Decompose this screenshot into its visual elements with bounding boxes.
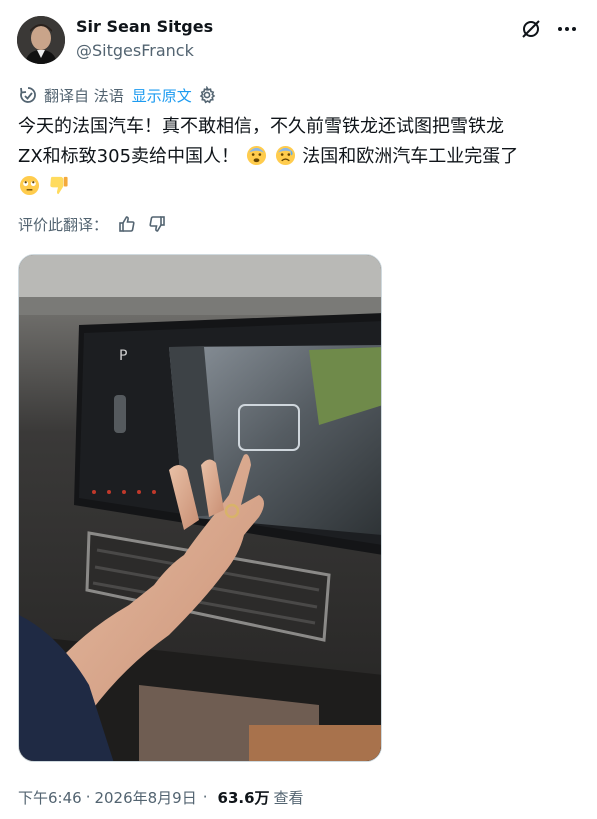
tweet-time[interactable]: 下午6:46	[18, 787, 82, 808]
grok-slash-circle-icon[interactable]	[518, 16, 544, 42]
screen-gear-p-label: P	[119, 348, 127, 364]
rate-translation-row: 评价此翻译：	[18, 213, 168, 235]
views-label: 查看	[273, 788, 304, 807]
rate-translation-label: 评价此翻译：	[18, 215, 109, 234]
author-handle[interactable]: @SitgesFranck	[76, 41, 194, 61]
views-count: 63.6万	[217, 788, 270, 807]
translation-bar: 翻译自 法语 显示原文	[18, 84, 216, 106]
gear-icon[interactable]	[198, 86, 216, 104]
translate-icon	[18, 85, 38, 105]
tweet-meta: 下午6:46 · 2026年8月9日 · 63.6万 查看	[18, 786, 304, 808]
thumbs-down-emoji-icon	[50, 176, 68, 195]
tweet-line-1: 今天的法国汽车！真不敢相信，不久前雪铁龙还试图把雪铁龙	[18, 116, 504, 137]
meta-separator: ·	[85, 788, 91, 806]
meta-separator: ·	[202, 788, 208, 806]
thumb-up-icon[interactable]	[118, 214, 138, 234]
more-options-icon[interactable]	[554, 16, 580, 42]
avatar[interactable]	[17, 16, 65, 64]
tweet-line-3	[18, 172, 578, 202]
fearful-face-icon	[246, 145, 266, 166]
tweet-line-2-part-a: ZX和标致305卖给中国人！	[18, 146, 240, 167]
face-with-rolling-eyes-icon	[19, 175, 40, 196]
show-original-link[interactable]: 显示原文	[132, 85, 192, 106]
tweet-date[interactable]: 2026年8月9日	[94, 787, 196, 808]
anxious-face-with-sweat-icon	[275, 145, 295, 166]
translated-from-label: 翻译自 法语	[44, 86, 124, 105]
thumb-down-icon[interactable]	[148, 214, 168, 234]
tweet-line-2-part-b: 法国和欧洲汽车工业完蛋了	[302, 146, 519, 167]
tweet-media-video[interactable]: P	[18, 254, 382, 762]
author-display-name[interactable]: Sir Sean Sitges	[76, 17, 213, 37]
tweet-line-2: ZX和标致305卖给中国人！ 法国和欧洲汽车工业完蛋了	[18, 142, 578, 172]
tweet-text: 今天的法国汽车！真不敢相信，不久前雪铁龙还试图把雪铁龙 ZX和标致305卖给中国…	[18, 112, 578, 202]
